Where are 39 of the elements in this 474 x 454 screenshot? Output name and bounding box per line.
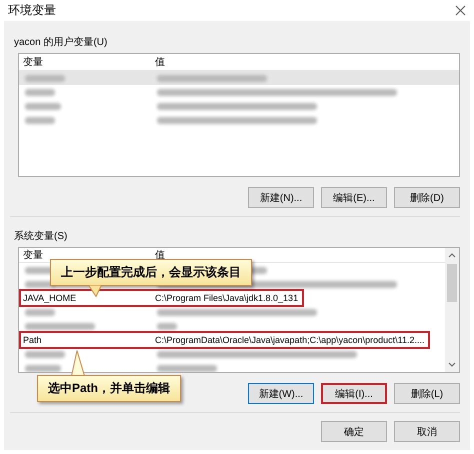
column-header[interactable]: 变量 <box>19 248 151 262</box>
blurred-text <box>25 322 95 330</box>
dialog-button[interactable]: 删除(L) <box>394 383 460 404</box>
blurred-text <box>157 322 177 330</box>
close-icon[interactable] <box>455 5 466 16</box>
variable-value: C:\Program Files\Java\jdk1.8.0_131 <box>154 293 298 303</box>
dialog-button[interactable]: 删除(D) <box>394 187 460 208</box>
callout-tooltip: 选中Path，并单击编辑 <box>37 375 182 402</box>
callout-tooltip: 上一步配置完成后，会显示该条目 <box>50 259 252 286</box>
callout-tail <box>88 285 102 297</box>
scrollbar[interactable] <box>445 248 459 372</box>
variable-name: JAVA_HOME <box>22 293 78 303</box>
variable-list[interactable]: 变量 值 <box>18 53 460 177</box>
dialog-button[interactable]: 新建(N)... <box>248 187 314 208</box>
dialog-button[interactable]: 确定 <box>321 421 387 442</box>
variable-value: C:\ProgramData\Oracle\Java\javapath;C:\app\yacon\product\11.2.... <box>154 335 424 345</box>
column-header[interactable]: 变量 <box>19 55 151 69</box>
blurred-text <box>157 364 217 372</box>
dialog-button[interactable]: 取消 <box>394 421 460 442</box>
column-header[interactable]: 值 <box>151 55 459 69</box>
blurred-text <box>25 364 61 372</box>
group-label: 系统变量(S) <box>14 230 68 243</box>
variable-row[interactable]: Path C:\ProgramData\Oracle\Java\javapath;C:\app\yacon\product\11.2.... <box>19 331 430 349</box>
callout-tail <box>71 350 85 376</box>
group-label: yacon 的用户变量(U) <box>14 36 108 49</box>
variable-row[interactable]: JAVA_HOME C:\Program Files\Java\jdk1.8.0_131 <box>19 289 304 307</box>
blurred-text <box>25 308 55 316</box>
dialog-button[interactable]: 新建(W)... <box>248 383 314 404</box>
variable-name: Path <box>22 335 43 345</box>
blurred-text <box>25 88 55 96</box>
blurred-text <box>25 116 55 124</box>
blurred-text <box>25 74 65 82</box>
blurred-text <box>25 350 65 358</box>
column-header[interactable]: 值 <box>151 248 445 262</box>
dialog-button[interactable]: 编辑(E)... <box>321 187 387 208</box>
selected-row[interactable] <box>19 71 459 85</box>
window-title: 环境变量 <box>8 2 56 19</box>
blurred-text <box>25 102 61 110</box>
dialog-button[interactable]: 编辑(I)... <box>321 383 387 404</box>
